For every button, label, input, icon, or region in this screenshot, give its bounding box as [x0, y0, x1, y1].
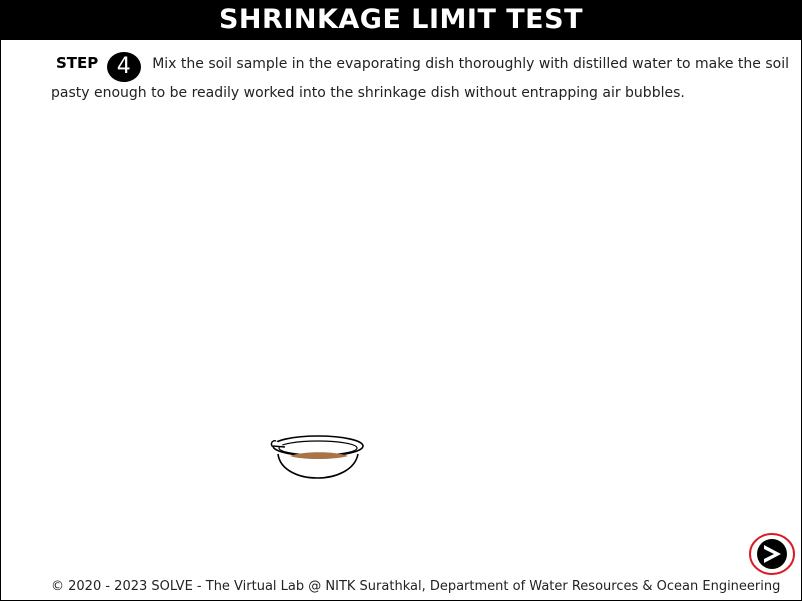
- step-instructions: STEP 4 Mix the soil sample in the evapor…: [51, 52, 796, 104]
- step-label: STEP: [56, 54, 99, 72]
- next-arrow-icon: [757, 539, 787, 569]
- next-button[interactable]: [748, 532, 796, 576]
- page-title: SHRINKAGE LIMIT TEST: [0, 0, 802, 40]
- footer-copyright: © 2020 - 2023 SOLVE - The Virtual Lab @ …: [51, 579, 781, 594]
- step-description: Mix the soil sample in the evaporating d…: [51, 56, 789, 101]
- evaporating-dish-icon[interactable]: [268, 428, 368, 492]
- step-number-badge: 4: [106, 52, 141, 82]
